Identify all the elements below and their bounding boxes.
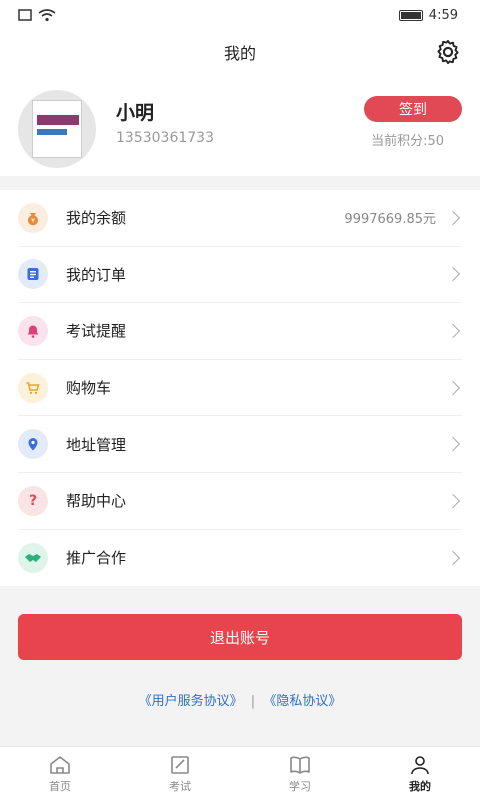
exam-icon — [171, 755, 189, 774]
wifi-icon — [38, 8, 56, 21]
top-header: 我的 — [0, 30, 480, 74]
user-phone: 13530361733 — [116, 130, 214, 146]
money-bag-icon: ¥ — [18, 202, 48, 233]
menu-item-help[interactable]: ? 帮助中心 — [18, 473, 462, 530]
menu-list: ¥ 我的余额 9997669.85元 我的订单 考试提醒 购物车 地址管理 ? — [0, 190, 480, 586]
home-icon — [50, 755, 70, 774]
tab-label: 我的 — [409, 779, 431, 793]
gear-icon[interactable] — [434, 38, 462, 66]
agreement-links: 《用户服务协议》 | 《隐私协议》 — [0, 690, 480, 709]
chevron-right-icon — [445, 210, 461, 225]
menu-item-label: 考试提醒 — [66, 322, 127, 341]
battery-icon — [398, 9, 423, 21]
tab-exam[interactable]: 考试 — [120, 747, 240, 800]
balance-value: 9997669.85元 — [344, 212, 436, 228]
bell-icon — [18, 315, 48, 346]
tab-mine[interactable]: 我的 — [360, 747, 480, 800]
chevron-right-icon — [445, 550, 461, 565]
status-icons-left — [18, 8, 56, 22]
menu-item-label: 推广合作 — [66, 549, 127, 568]
svg-text:¥: ¥ — [31, 217, 35, 224]
avatar[interactable] — [18, 90, 96, 168]
menu-item-label: 购物车 — [66, 379, 112, 398]
menu-item-exam-reminder[interactable]: 考试提醒 — [18, 303, 462, 360]
signin-button[interactable]: 签到 — [364, 96, 462, 122]
cart-icon — [18, 372, 48, 403]
points-label: 当前积分:50 — [371, 134, 444, 149]
question-icon: ? — [18, 485, 48, 516]
privacy-agreement-link[interactable]: 《隐私协议》 — [263, 694, 341, 709]
menu-item-label: 我的余额 — [66, 209, 127, 228]
tab-label: 考试 — [169, 779, 191, 793]
tab-label: 学习 — [289, 779, 311, 793]
menu-item-balance[interactable]: ¥ 我的余额 9997669.85元 — [18, 190, 462, 247]
menu-item-address[interactable]: 地址管理 — [18, 416, 462, 473]
profile-card: 小明 13530361733 签到 当前积分:50 — [0, 74, 480, 176]
user-name: 小明 — [116, 102, 155, 124]
menu-item-label: 帮助中心 — [66, 492, 127, 511]
tab-home[interactable]: 首页 — [0, 747, 120, 800]
menu-item-cart[interactable]: 购物车 — [18, 360, 462, 417]
page-title: 我的 — [223, 44, 256, 63]
book-icon — [290, 756, 310, 774]
tab-label: 首页 — [49, 779, 71, 793]
notification-icon — [18, 9, 32, 21]
user-agreement-link[interactable]: 《用户服务协议》 — [139, 694, 243, 709]
chevron-right-icon — [445, 267, 461, 282]
status-time: 4:59 — [428, 7, 458, 23]
user-icon — [411, 755, 429, 774]
status-icons-right: 4:59 — [398, 7, 458, 23]
bottom-tab-bar: 首页 考试 学习 我的 — [0, 746, 480, 800]
avatar-book-image — [32, 100, 82, 158]
location-icon — [18, 429, 48, 460]
chevron-right-icon — [445, 437, 461, 452]
menu-item-label: 我的订单 — [66, 265, 127, 284]
handshake-icon — [18, 542, 48, 573]
chevron-right-icon — [445, 380, 461, 395]
chevron-right-icon — [445, 493, 461, 508]
logout-button[interactable]: 退出账号 — [18, 614, 462, 660]
tab-study[interactable]: 学习 — [240, 747, 360, 800]
menu-item-label: 地址管理 — [66, 435, 127, 454]
agreement-separator: | — [250, 694, 256, 709]
status-bar: 4:59 — [0, 0, 480, 30]
chevron-right-icon — [445, 323, 461, 339]
order-list-icon — [18, 259, 48, 290]
menu-item-promotion[interactable]: 推广合作 — [18, 530, 462, 587]
menu-item-orders[interactable]: 我的订单 — [18, 247, 462, 304]
